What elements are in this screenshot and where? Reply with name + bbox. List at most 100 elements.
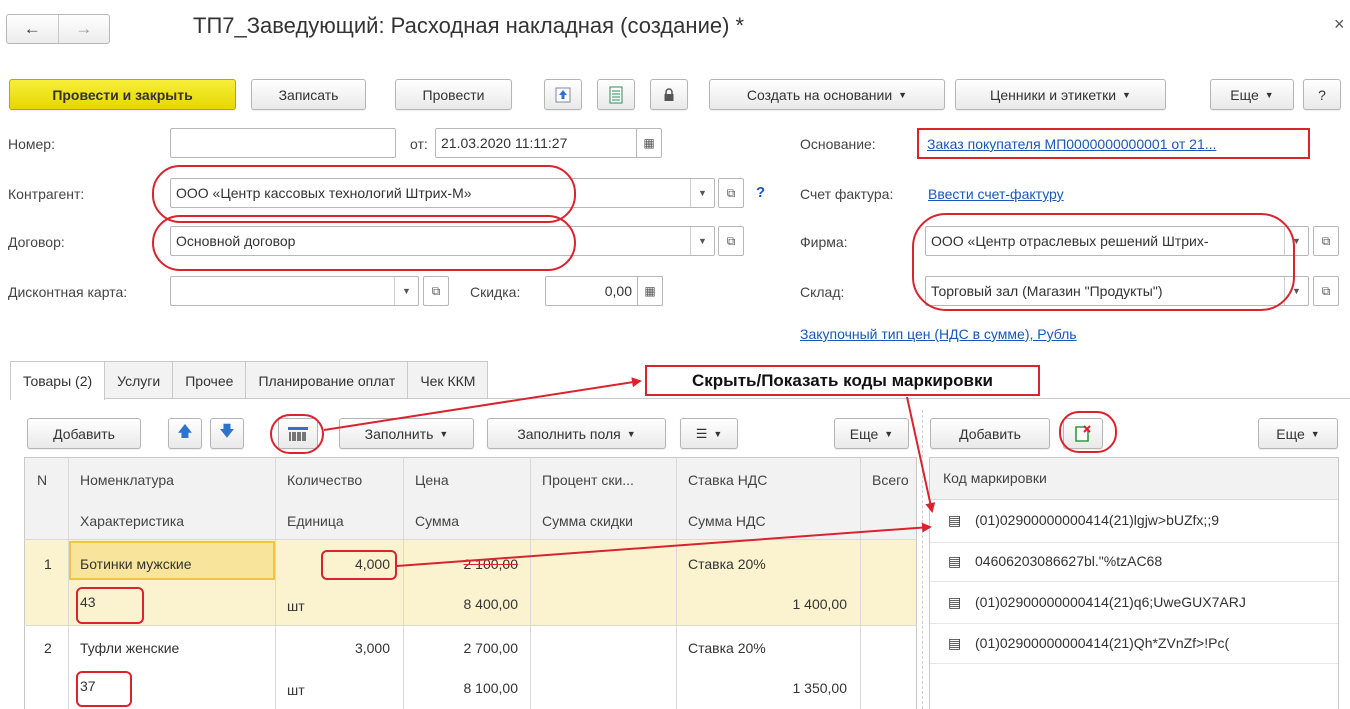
close-icon[interactable]: ×	[1334, 14, 1345, 35]
tab-bar: Товары (2) Услуги Прочее Планирование оп…	[10, 361, 489, 400]
calendar-icon[interactable]: ▦	[636, 128, 662, 158]
marks-more-button[interactable]: Еще ▼	[1258, 418, 1338, 449]
marking-code[interactable]: 04606203086627bl."%tzAC68	[975, 553, 1162, 569]
divider	[403, 457, 404, 709]
marks-add-button[interactable]: Добавить	[930, 418, 1050, 449]
vat-sum-cell[interactable]: 1 400,00	[677, 596, 848, 612]
firm-label: Фирма:	[800, 234, 848, 250]
more-button[interactable]: Еще ▼	[1210, 79, 1294, 110]
goods-more-button[interactable]: Еще ▼	[834, 418, 909, 449]
annotation-callout: Скрыть/Показать коды маркировки	[645, 365, 1040, 396]
fill-fields-button[interactable]: Заполнить поля ▼	[487, 418, 666, 449]
marks-more-label: Еще	[1276, 425, 1305, 442]
back-button[interactable]: ←	[7, 15, 58, 43]
forward-button[interactable]: →	[57, 15, 110, 43]
create-based-on-label: Создать на основании	[746, 86, 893, 103]
invoice-link[interactable]: Ввести счет-фактуру	[928, 186, 1064, 202]
document-icon[interactable]	[597, 79, 635, 110]
number-label: Номер:	[8, 136, 55, 152]
post-and-close-button[interactable]: Провести и закрыть	[9, 79, 236, 110]
divider	[860, 457, 861, 709]
column-header[interactable]: Сумма НДС	[688, 513, 766, 529]
contract-label: Договор:	[8, 234, 65, 250]
barcode-icon: ▤	[948, 635, 962, 651]
marking-code[interactable]: (01)02900000000414(21)q6;UweGUX7ARJ	[975, 594, 1246, 610]
highlight-frame	[917, 128, 1310, 159]
date-field[interactable]: 21.03.2020 11:11:27	[435, 128, 640, 158]
chevron-down-icon: ▼	[898, 89, 908, 100]
price-tags-button[interactable]: Ценники и этикетки ▼	[955, 79, 1166, 110]
contractor-label: Контрагент:	[8, 186, 85, 202]
tab-services[interactable]: Услуги	[104, 361, 174, 399]
open-icon[interactable]: ⧉	[1313, 276, 1339, 306]
chevron-down-icon: ▼	[1122, 89, 1131, 100]
chevron-down-icon: ▼	[626, 428, 636, 439]
vat-rate-cell[interactable]: Ставка 20%	[688, 640, 766, 656]
vat-rate-cell[interactable]: Ставка 20%	[688, 556, 766, 572]
open-icon[interactable]: ⧉	[1313, 226, 1339, 256]
quantity-cell[interactable]: 3,000	[276, 640, 390, 656]
column-header[interactable]: Процент ски...	[542, 472, 634, 488]
column-header[interactable]: N	[37, 472, 47, 488]
help-q-icon[interactable]: ?	[756, 184, 765, 201]
chevron-down-icon[interactable]: ▼	[690, 227, 714, 255]
discount-label: Скидка:	[470, 284, 521, 300]
tab-goods[interactable]: Товары (2)	[10, 361, 106, 400]
column-header[interactable]: Единица	[287, 513, 344, 529]
fill-button[interactable]: Заполнить ▼	[339, 418, 474, 449]
open-icon[interactable]: ⧉	[718, 178, 744, 208]
goods-more-label: Еще	[849, 425, 879, 442]
sum-cell[interactable]: 8 100,00	[404, 680, 519, 696]
product-name-cell[interactable]: Туфли женские	[80, 640, 179, 656]
calculator-icon[interactable]: ▦	[637, 276, 663, 306]
column-header[interactable]: Номенклатура	[80, 472, 174, 488]
price-tags-label: Ценники и этикетки	[990, 86, 1117, 103]
marking-code[interactable]: (01)02900000000414(21)Qh*ZVnZf>!Pc(	[975, 635, 1229, 651]
column-header[interactable]: Цена	[415, 472, 449, 488]
column-header[interactable]: Ставка НДС	[688, 472, 767, 488]
marking-code[interactable]: (01)02900000000414(21)lgjw>bUZfx;;9	[975, 512, 1219, 528]
divider	[676, 457, 677, 709]
column-header[interactable]: Характеристика	[80, 513, 184, 529]
product-name-cell[interactable]: Ботинки мужские	[80, 556, 192, 572]
create-based-on-button[interactable]: Создать на основании ▼	[709, 79, 945, 110]
row-number: 2	[44, 640, 52, 656]
list-menu-icon[interactable]: ☰ ▼	[680, 418, 738, 449]
goods-add-button[interactable]: Добавить	[27, 418, 141, 449]
barcode-icon: ▤	[948, 553, 962, 569]
post-button[interactable]: Провести	[395, 79, 512, 110]
column-header[interactable]: Количество	[287, 472, 362, 488]
open-icon[interactable]: ⧉	[718, 226, 744, 256]
chevron-down-icon[interactable]: ▼	[690, 179, 714, 207]
highlight-frame	[76, 671, 132, 707]
tab-payment-planning[interactable]: Планирование оплат	[245, 361, 409, 399]
move-up-icon[interactable]: 🡅	[168, 418, 202, 449]
chevron-down-icon: ▼	[1310, 428, 1320, 439]
tab-other[interactable]: Прочее	[172, 361, 247, 399]
page-title: ТП7_Заведующий: Расходная накладная (соз…	[193, 13, 745, 38]
price-type-link[interactable]: Закупочный тип цен (НДС в сумме), Рубль	[800, 326, 1077, 342]
column-header[interactable]: Код маркировки	[943, 470, 1047, 486]
move-down-icon[interactable]: 🡇	[210, 418, 244, 449]
fill-fields-label: Заполнить поля	[517, 425, 621, 442]
sum-cell[interactable]: 8 400,00	[404, 596, 519, 612]
list-icon: ☰	[695, 425, 708, 441]
price-cell[interactable]: 2 100,00	[404, 556, 519, 572]
tab-kkm-receipt[interactable]: Чек ККМ	[407, 361, 489, 399]
save-button[interactable]: Записать	[251, 79, 366, 110]
column-header[interactable]: Всего	[872, 472, 914, 488]
vat-sum-cell[interactable]: 1 350,00	[677, 680, 848, 696]
unit-cell[interactable]: шт	[287, 598, 305, 614]
upload-icon[interactable]	[544, 79, 582, 110]
unit-cell[interactable]: шт	[287, 682, 305, 698]
splitter[interactable]	[922, 410, 923, 709]
price-cell[interactable]: 2 700,00	[404, 640, 519, 656]
chevron-down-icon[interactable]: ▼	[394, 277, 418, 305]
discount-card-field[interactable]: ▼	[170, 276, 419, 306]
column-header[interactable]: Сумма	[415, 513, 459, 529]
help-button[interactable]: ?	[1303, 79, 1341, 110]
open-icon[interactable]: ⧉	[423, 276, 449, 306]
number-field[interactable]	[170, 128, 396, 158]
lock-icon[interactable]	[650, 79, 688, 110]
column-header[interactable]: Сумма скидки	[542, 513, 633, 529]
